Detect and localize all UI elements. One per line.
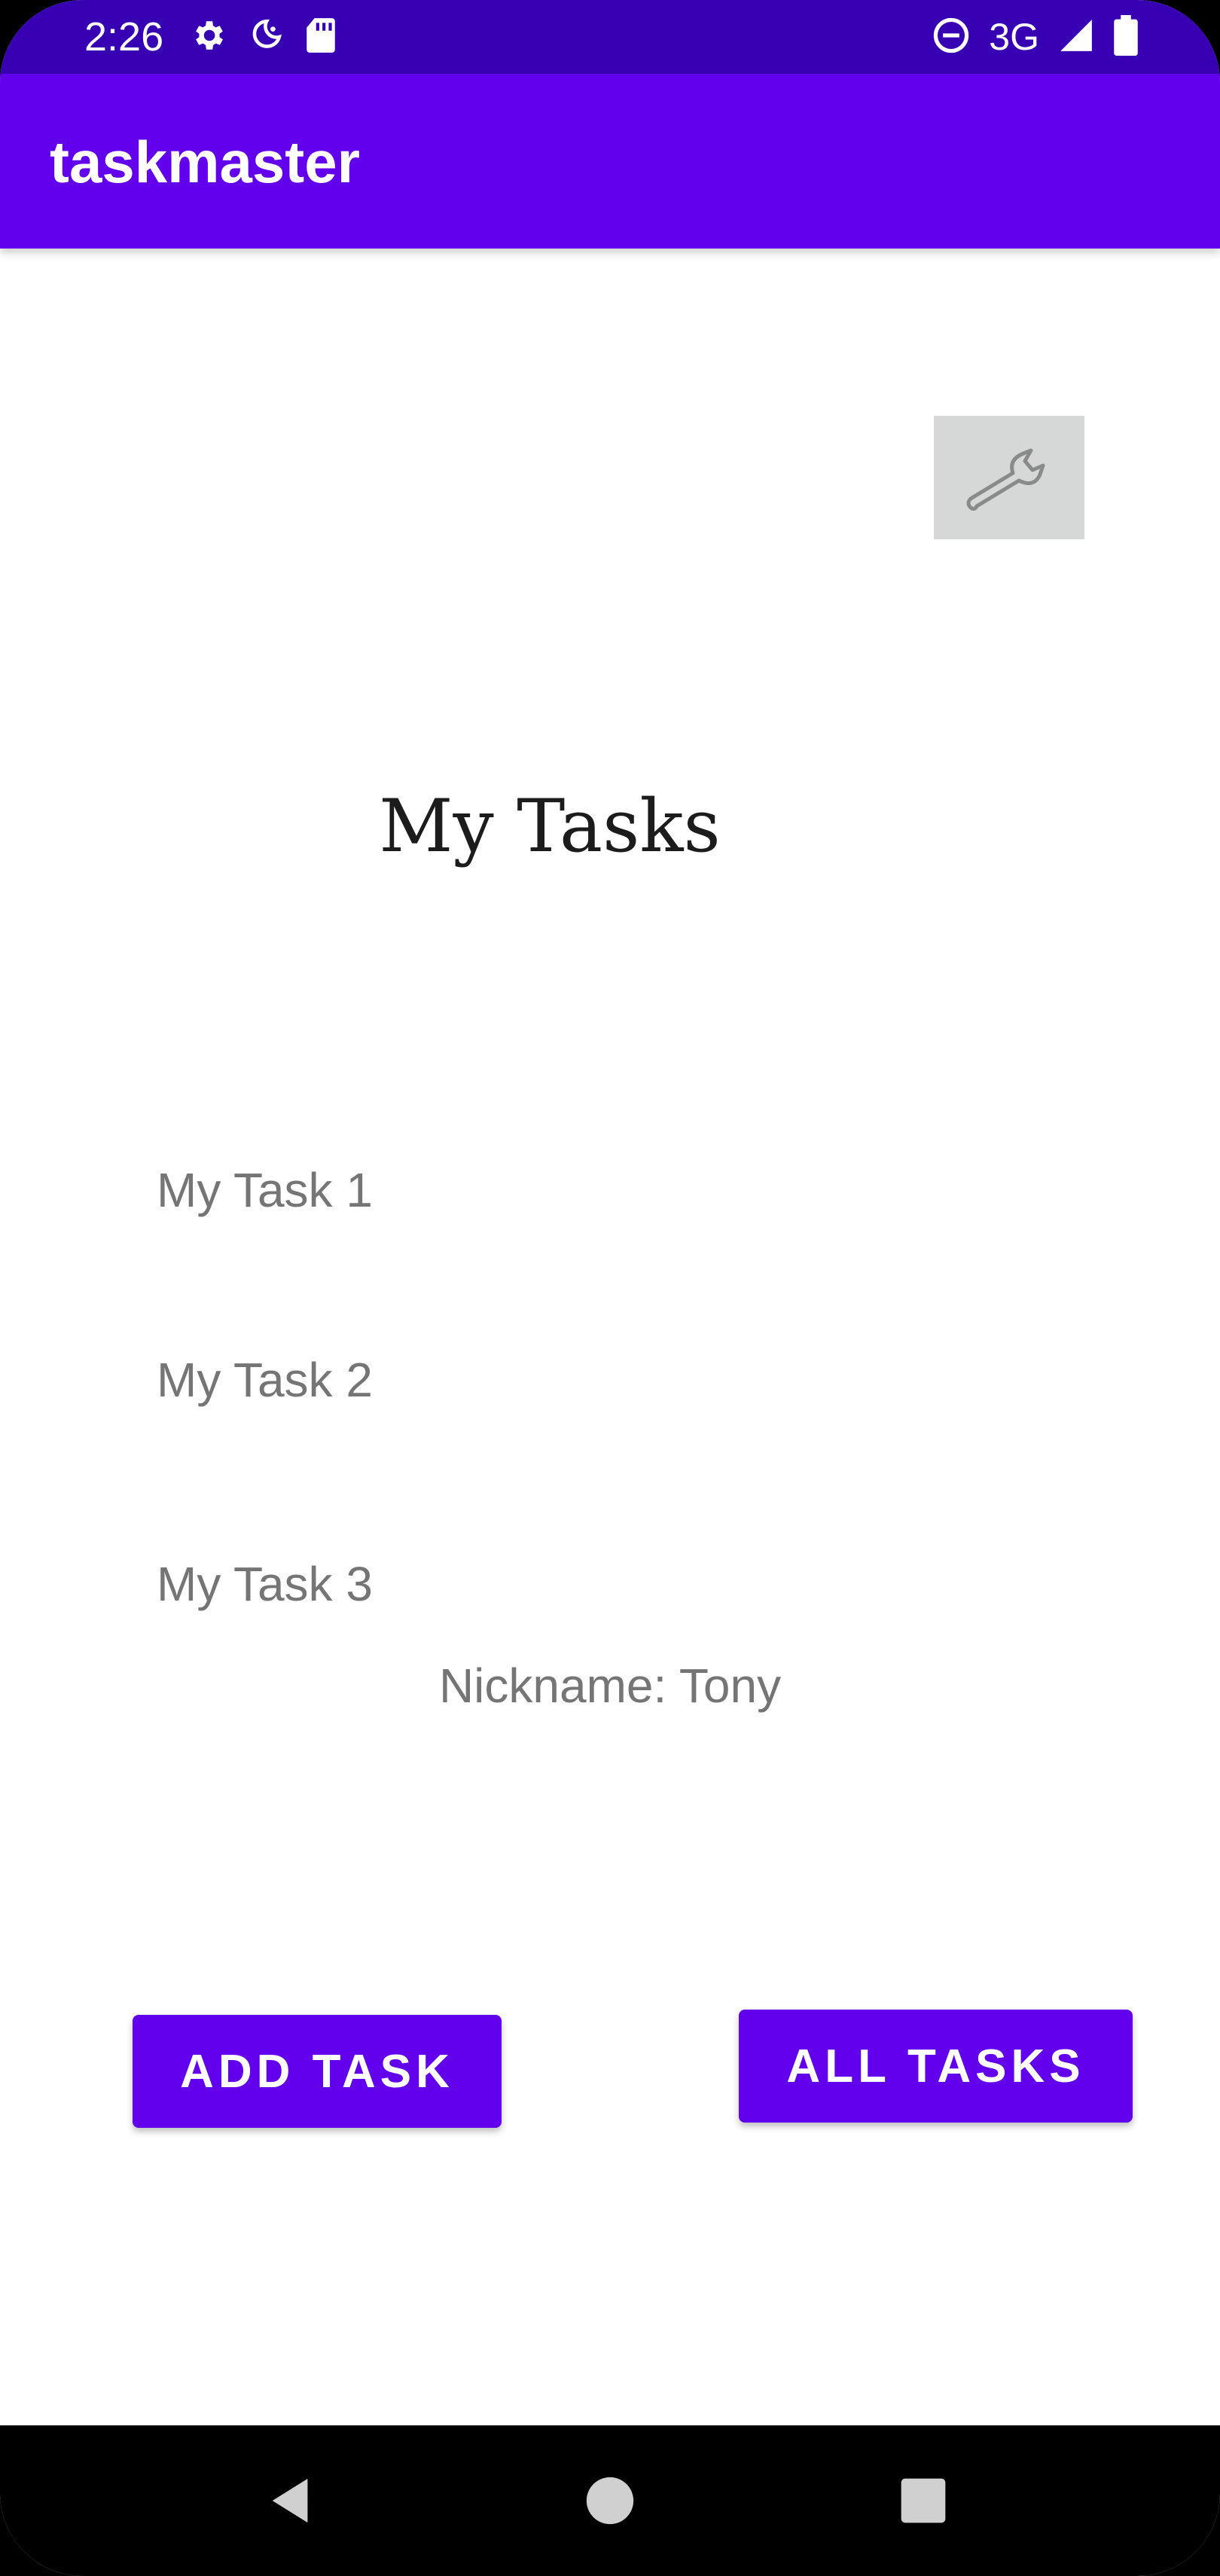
battery-icon xyxy=(1113,14,1139,60)
recents-icon[interactable] xyxy=(886,2463,961,2538)
nickname-text: Nickname: Tony xyxy=(438,1659,782,1713)
app-bar: taskmaster xyxy=(0,74,1220,249)
settings-button[interactable] xyxy=(934,416,1084,539)
all-tasks-button[interactable]: ALL TASKS xyxy=(739,2010,1133,2123)
phone-screen: 2:26 3G taskmaster My Tasks My Task 1 My… xyxy=(0,0,1220,2576)
back-icon[interactable] xyxy=(255,2463,330,2538)
app-title: taskmaster xyxy=(50,129,360,195)
sd-card-icon xyxy=(303,17,338,58)
network-type: 3G xyxy=(989,16,1039,58)
task-item-3[interactable]: My Task 3 xyxy=(157,1560,373,1608)
status-left: 2:26 xyxy=(84,0,338,74)
status-time: 2:26 xyxy=(84,14,164,60)
settings-icon xyxy=(189,17,227,58)
add-task-button[interactable]: ADD TASK xyxy=(133,2015,502,2128)
navigation-bar xyxy=(0,2425,1220,2576)
wrench-icon xyxy=(960,443,1058,513)
home-icon[interactable] xyxy=(572,2463,648,2538)
do-not-disturb-moon-icon xyxy=(246,17,284,58)
task-item-1[interactable]: My Task 1 xyxy=(157,1166,373,1214)
page-title: My Tasks xyxy=(379,784,721,868)
status-bar: 2:26 3G xyxy=(0,0,1220,74)
dnd-circle-icon xyxy=(932,16,971,59)
signal-icon xyxy=(1057,17,1095,58)
task-item-2[interactable]: My Task 2 xyxy=(157,1356,373,1404)
status-right: 3G xyxy=(932,0,1139,74)
